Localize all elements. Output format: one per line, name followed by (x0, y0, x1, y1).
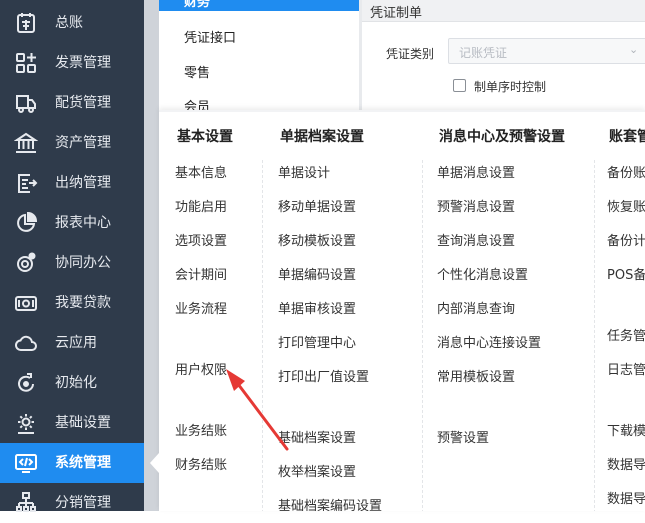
menu-item-personal-message[interactable]: 个性化消息设置 (437, 264, 528, 283)
menu-item-alert-settings[interactable]: 预警设置 (437, 427, 489, 446)
menu-item-task-management[interactable]: 任务管 (607, 325, 645, 344)
menu-item-basic-info[interactable]: 基本信息 (175, 162, 227, 181)
menu-item-option-settings[interactable]: 选项设置 (175, 230, 227, 249)
menu-item-mobile-template[interactable]: 移动模板设置 (278, 230, 356, 249)
delivery-truck-icon (14, 91, 38, 115)
menu-item-financial-closing[interactable]: 财务结账 (175, 454, 227, 473)
org-tree-icon (14, 491, 38, 515)
column-divider (594, 160, 595, 511)
menu-item-download-template[interactable]: 下载模 (607, 420, 645, 439)
sidebar-item-loan[interactable]: 我要贷款 (0, 283, 144, 323)
menu-item-document-design[interactable]: 单据设计 (278, 162, 330, 181)
sidebar-item-label: 出纳管理 (55, 175, 111, 191)
system-management-menu: 基本设置 基本信息 功能启用 选项设置 会计期间 业务流程 用户权限 业务结账 … (159, 110, 645, 511)
menu-item-data-export[interactable]: 数据导 (607, 488, 645, 507)
active-item-caret (150, 453, 159, 473)
menu-item-print-center[interactable]: 打印管理中心 (278, 332, 356, 351)
sidebar-item-general-ledger[interactable]: 总账 (0, 3, 144, 43)
sidebar-item-label: 分销管理 (55, 495, 111, 511)
collaboration-icon (14, 251, 38, 275)
menu-item-business-process[interactable]: 业务流程 (175, 298, 227, 317)
sidebar: 总账 发票管理 配货管理 资产管理 出纳管理 报表中心 协同办公 我要贷款 云应… (0, 0, 144, 512)
menu-item-document-message[interactable]: 单据消息设置 (437, 162, 515, 181)
sidebar-item-label: 我要贷款 (55, 295, 111, 311)
menu-item-data-import[interactable]: 数据导 (607, 454, 645, 473)
sub-menu-item-voucher-interface[interactable]: 凭证接口 (184, 27, 236, 46)
sidebar-item-cashier[interactable]: 出纳管理 (0, 163, 144, 203)
sidebar-item-label: 协同办公 (55, 255, 111, 271)
cashier-doc-icon (14, 171, 38, 195)
sub-menu-item-retail[interactable]: 零售 (184, 62, 210, 81)
menu-item-backup-account[interactable]: 备份账 (607, 162, 645, 181)
menu-item-alert-message[interactable]: 预警消息设置 (437, 196, 515, 215)
menu-item-feature-enable[interactable]: 功能启用 (175, 196, 227, 215)
sidebar-gutter (144, 0, 159, 511)
sequence-control-label: 制单序时控制 (474, 80, 547, 94)
column-divider (422, 160, 423, 511)
sidebar-item-label: 总账 (55, 15, 83, 31)
menu-item-pos-backup[interactable]: POS备 (607, 264, 645, 283)
menu-item-document-coding[interactable]: 单据编码设置 (278, 264, 356, 283)
refresh-icon (14, 371, 38, 395)
sidebar-item-label: 报表中心 (55, 215, 111, 231)
menu-item-query-message[interactable]: 查询消息设置 (437, 230, 515, 249)
sidebar-item-invoice-management[interactable]: 发票管理 (0, 43, 144, 83)
code-monitor-icon (14, 451, 38, 475)
voucher-type-placeholder: 记账凭证 (459, 46, 508, 60)
column-heading-account-set: 账套管 (609, 129, 645, 145)
sidebar-item-initialize[interactable]: 初始化 (0, 363, 144, 403)
menu-item-message-connection[interactable]: 消息中心连接设置 (437, 332, 541, 351)
sidebar-item-label: 系统管理 (55, 455, 111, 471)
menu-item-basic-archive[interactable]: 基础档案设置 (278, 427, 356, 446)
sidebar-item-label: 配货管理 (55, 95, 111, 111)
menu-item-internal-message[interactable]: 内部消息查询 (437, 298, 515, 317)
sidebar-item-label: 基础设置 (55, 415, 111, 431)
sidebar-item-distribution[interactable]: 配货管理 (0, 83, 144, 123)
voucher-settings-panel: 凭证制单 凭证类别 记账凭证 ⌄ 制单序时控制 (362, 0, 645, 110)
sidebar-item-distribution-sales[interactable]: 分销管理 (0, 483, 144, 523)
sub-menu: 财务 凭证接口 零售 会员 (159, 0, 359, 110)
column-heading-message-center: 消息中心及预警设置 (439, 129, 565, 145)
sidebar-item-label: 初始化 (55, 375, 97, 391)
column-divider (262, 160, 263, 511)
sidebar-item-label: 发票管理 (55, 55, 111, 71)
sequence-control-checkbox[interactable] (453, 79, 466, 92)
menu-item-log-management[interactable]: 日志管 (607, 359, 645, 378)
voucher-type-select[interactable]: 记账凭证 ⌄ (448, 38, 645, 64)
menu-item-restore-account[interactable]: 恢复账 (607, 196, 645, 215)
column-heading-document-archive: 单据档案设置 (280, 129, 364, 145)
sidebar-item-system-management[interactable]: 系统管理 (0, 443, 144, 483)
sidebar-item-label: 资产管理 (55, 135, 111, 151)
pie-chart-icon (14, 211, 38, 235)
menu-item-print-factory-default[interactable]: 打印出厂值设置 (278, 366, 369, 385)
menu-item-common-template[interactable]: 常用模板设置 (437, 366, 515, 385)
sub-menu-item-finance[interactable]: 财务 (159, 0, 359, 11)
settings-header: 凭证制单 (362, 0, 645, 22)
menu-item-backup-plan[interactable]: 备份计 (607, 230, 645, 249)
settings-title: 凭证制单 (370, 6, 423, 21)
menu-item-enum-archive[interactable]: 枚举档案设置 (278, 461, 356, 480)
cash-note-icon (14, 291, 38, 315)
sidebar-item-report-center[interactable]: 报表中心 (0, 203, 144, 243)
menu-item-archive-coding[interactable]: 基础档案编码设置 (278, 495, 382, 511)
menu-item-document-review[interactable]: 单据审核设置 (278, 298, 356, 317)
sidebar-item-basic-settings[interactable]: 基础设置 (0, 403, 144, 443)
sidebar-item-cloud-apps[interactable]: 云应用 (0, 323, 144, 363)
column-heading-basic-settings: 基本设置 (177, 129, 233, 145)
menu-item-business-closing[interactable]: 业务结账 (175, 420, 227, 439)
sub-menu-item-member[interactable]: 会员 (184, 96, 210, 110)
cloud-icon (14, 331, 38, 355)
sidebar-item-label: 云应用 (55, 335, 97, 351)
bank-building-icon (14, 131, 38, 155)
sidebar-item-asset-management[interactable]: 资产管理 (0, 123, 144, 163)
menu-item-user-permissions[interactable]: 用户权限 (175, 359, 227, 378)
invoice-grid-icon (14, 51, 38, 75)
gear-icon (14, 411, 38, 435)
ledger-icon (14, 11, 38, 35)
sidebar-item-collaboration[interactable]: 协同办公 (0, 243, 144, 283)
voucher-type-label: 凭证类别 (386, 47, 435, 61)
menu-item-mobile-document[interactable]: 移动单据设置 (278, 196, 356, 215)
chevron-down-icon: ⌄ (629, 43, 639, 56)
menu-item-accounting-period[interactable]: 会计期间 (175, 264, 227, 283)
